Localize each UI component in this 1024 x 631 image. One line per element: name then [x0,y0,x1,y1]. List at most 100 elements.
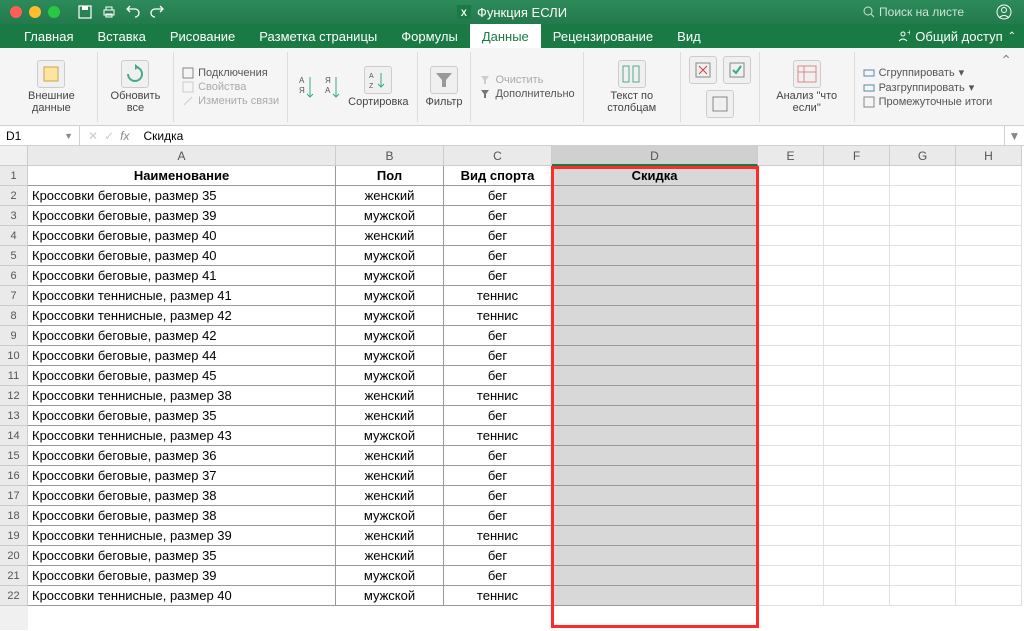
col-header-h[interactable]: H [956,146,1022,166]
cell[interactable] [824,486,890,506]
cell[interactable]: теннис [444,526,552,546]
data-validation-icon[interactable] [723,56,751,84]
spreadsheet-grid[interactable]: 1 2345678910111213141516171819202122 A B… [0,146,1024,630]
cell[interactable] [758,266,824,286]
cell[interactable] [552,326,758,346]
cell[interactable]: мужской [336,266,444,286]
expand-formula-bar[interactable]: ▼ [1004,126,1024,145]
cell[interactable] [890,446,956,466]
cell[interactable] [758,526,824,546]
cell[interactable]: бег [444,246,552,266]
cell[interactable] [890,346,956,366]
cell[interactable] [890,586,956,606]
cell[interactable] [890,466,956,486]
cell[interactable]: Кроссовки беговые, размер 40 [28,226,336,246]
tab-insert[interactable]: Вставка [85,24,157,48]
print-icon[interactable] [102,5,116,19]
cell[interactable] [824,246,890,266]
cell[interactable] [824,306,890,326]
cell[interactable] [824,226,890,246]
cell[interactable] [890,366,956,386]
cell[interactable] [824,186,890,206]
advanced-filter-button[interactable]: Дополнительно [479,88,574,100]
cell[interactable] [552,386,758,406]
cell[interactable] [890,406,956,426]
cell[interactable]: бег [444,546,552,566]
cell[interactable]: женский [336,186,444,206]
cell[interactable]: женский [336,486,444,506]
cell[interactable] [824,346,890,366]
properties-button[interactable]: Свойства [182,81,279,93]
whatif-button[interactable]: Анализ "что если" [768,60,846,114]
cell[interactable] [956,206,1022,226]
cell[interactable]: теннис [444,426,552,446]
row-header[interactable]: 13 [0,406,28,426]
cell[interactable] [552,526,758,546]
undo-icon[interactable] [126,5,140,19]
cell[interactable]: Кроссовки беговые, размер 41 [28,266,336,286]
cell[interactable] [758,386,824,406]
cell[interactable]: женский [336,406,444,426]
cell[interactable] [824,386,890,406]
cell[interactable] [552,586,758,606]
cell[interactable] [758,326,824,346]
row-header[interactable]: 19 [0,526,28,546]
ungroup-button[interactable]: Разгруппировать ▾ [863,81,993,94]
col-header-g[interactable]: G [890,146,956,166]
cell[interactable]: мужской [336,206,444,226]
cell[interactable] [890,306,956,326]
cell[interactable] [552,266,758,286]
connections-button[interactable]: Подключения [182,67,279,79]
cell[interactable] [758,506,824,526]
cell[interactable] [552,206,758,226]
col-header-d[interactable]: D [552,146,758,166]
row-header[interactable]: 2 [0,186,28,206]
cell[interactable]: женский [336,526,444,546]
cell[interactable]: Пол [336,166,444,186]
cell[interactable] [758,486,824,506]
cell[interactable]: бег [444,326,552,346]
cell[interactable] [956,446,1022,466]
cell[interactable] [758,586,824,606]
formula-input[interactable]: Скидка [137,129,1004,143]
sort-az-button[interactable]: АЯ [296,73,316,101]
row-header[interactable]: 8 [0,306,28,326]
cell[interactable] [552,366,758,386]
cell[interactable] [824,426,890,446]
cell[interactable] [758,186,824,206]
cell[interactable]: мужской [336,586,444,606]
cell[interactable] [890,546,956,566]
cell[interactable] [824,446,890,466]
cell[interactable] [758,166,824,186]
cell[interactable]: женский [336,546,444,566]
cell[interactable]: бег [444,406,552,426]
cancel-formula-icon[interactable]: ✕ [88,129,98,143]
cell[interactable] [758,206,824,226]
row-header[interactable]: 9 [0,326,28,346]
row-header[interactable]: 16 [0,466,28,486]
col-header-b[interactable]: B [336,146,444,166]
cell[interactable]: женский [336,386,444,406]
cell[interactable] [956,506,1022,526]
collapse-ribbon-icon[interactable]: ⌃ [1000,52,1018,69]
tab-page-layout[interactable]: Разметка страницы [247,24,389,48]
maximize-window-icon[interactable] [48,6,60,18]
cell[interactable]: бег [444,466,552,486]
cell[interactable] [956,346,1022,366]
row-header[interactable]: 3 [0,206,28,226]
cell[interactable] [552,286,758,306]
cell[interactable] [956,486,1022,506]
cell[interactable] [824,566,890,586]
cell[interactable]: Кроссовки беговые, размер 39 [28,566,336,586]
cell[interactable] [824,546,890,566]
cell[interactable] [956,386,1022,406]
cell[interactable] [758,546,824,566]
row-header[interactable]: 6 [0,266,28,286]
tab-draw[interactable]: Рисование [158,24,247,48]
cell[interactable] [956,306,1022,326]
col-header-a[interactable]: A [28,146,336,166]
cell[interactable] [956,286,1022,306]
row-header[interactable]: 15 [0,446,28,466]
user-icon[interactable] [996,4,1012,23]
cell[interactable]: бег [444,486,552,506]
